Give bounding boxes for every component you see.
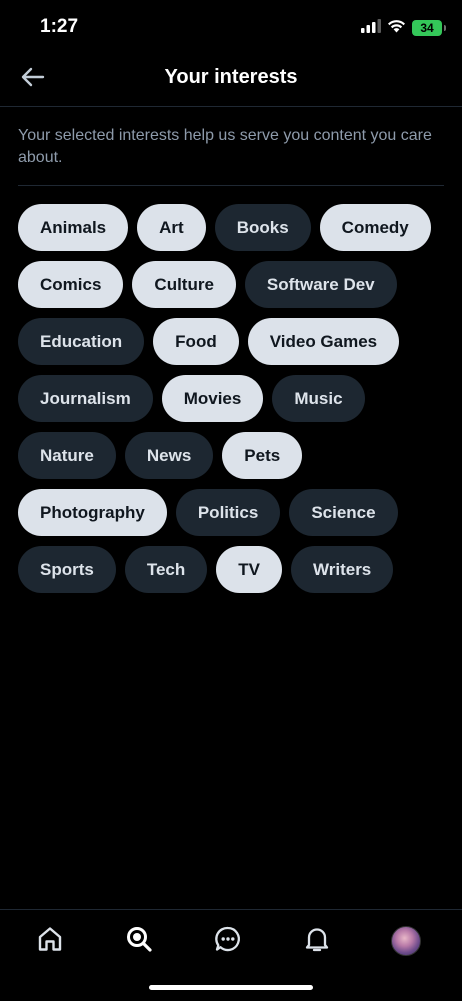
interest-chip-news[interactable]: News	[124, 432, 214, 479]
interest-chip-comedy[interactable]: Comedy	[319, 204, 431, 251]
status-bar: 1:27 34	[0, 0, 462, 54]
status-icons: 34	[361, 18, 446, 38]
interest-chip-culture[interactable]: Culture	[132, 261, 236, 308]
interest-chip-sports[interactable]: Sports	[18, 546, 116, 593]
interest-chip-photography[interactable]: Photography	[18, 489, 167, 536]
interest-chip-video-games[interactable]: Video Games	[247, 318, 400, 365]
home-indicator	[149, 985, 313, 990]
signal-icon	[361, 18, 381, 38]
interest-chip-comics[interactable]: Comics	[18, 261, 124, 308]
nav-search[interactable]	[122, 924, 156, 958]
interest-chip-books[interactable]: Books	[214, 204, 311, 251]
interest-chip-movies[interactable]: Movies	[161, 375, 264, 422]
interest-chip-software-dev[interactable]: Software Dev	[244, 261, 397, 308]
interest-chip-politics[interactable]: Politics	[175, 489, 281, 536]
divider	[18, 185, 444, 186]
interests-description: Your selected interests help us serve yo…	[18, 127, 432, 166]
nav-chat[interactable]	[211, 924, 245, 958]
interest-chip-writers[interactable]: Writers	[291, 546, 394, 593]
battery-icon: 34	[412, 20, 446, 36]
home-icon	[36, 925, 64, 958]
interest-chip-tech[interactable]: Tech	[124, 546, 208, 593]
nav-profile[interactable]	[389, 924, 423, 958]
interest-chip-music[interactable]: Music	[272, 375, 365, 422]
bell-icon	[303, 925, 331, 958]
nav-home[interactable]	[33, 924, 67, 958]
interest-chip-journalism[interactable]: Journalism	[18, 375, 153, 422]
interest-chip-science[interactable]: Science	[289, 489, 398, 536]
interest-chip-animals[interactable]: Animals	[18, 204, 129, 251]
status-time: 1:27	[40, 16, 79, 37]
avatar	[391, 926, 421, 956]
interest-chip-pets[interactable]: Pets	[222, 432, 303, 479]
header: Your interests	[0, 54, 462, 107]
interest-chip-education[interactable]: Education	[18, 318, 145, 365]
nav-notifications[interactable]	[300, 924, 334, 958]
page-title: Your interests	[164, 66, 298, 88]
interest-chips: Animals Art Books Comedy Comics Culture Softwa…	[18, 204, 448, 593]
search-icon	[125, 925, 153, 958]
wifi-icon	[387, 19, 406, 38]
interest-chip-art[interactable]: Art	[137, 204, 206, 251]
interest-chip-nature[interactable]: Nature	[18, 432, 116, 479]
interest-chip-tv[interactable]: TV	[216, 546, 282, 593]
chat-icon	[214, 925, 242, 958]
interest-chip-food[interactable]: Food	[153, 318, 239, 365]
